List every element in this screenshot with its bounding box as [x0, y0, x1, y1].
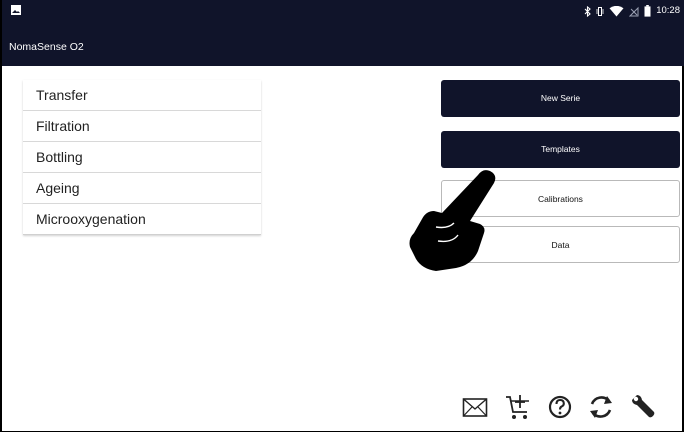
- list-item-transfer[interactable]: Transfer: [23, 80, 261, 111]
- status-time: 10:28: [656, 5, 680, 16]
- calibrations-button[interactable]: Calibrations: [441, 180, 680, 217]
- app-bar: 10:28 NomaSense O2: [2, 0, 684, 66]
- status-bar: 10:28: [2, 0, 684, 22]
- no-signal-icon: [629, 6, 639, 16]
- help-icon[interactable]: [547, 392, 573, 422]
- sync-icon[interactable]: [587, 392, 615, 422]
- new-serie-button[interactable]: New Serie: [441, 80, 680, 117]
- bottom-toolbar: [462, 392, 662, 426]
- image-icon: [11, 5, 21, 15]
- process-list: Transfer Filtration Bottling Ageing Micr…: [23, 80, 261, 235]
- app-window: 10:28 NomaSense O2 Transfer Filtration B…: [0, 0, 684, 432]
- bluetooth-icon: [584, 5, 592, 17]
- app-title: NomaSense O2: [9, 41, 84, 53]
- wifi-icon: [609, 5, 624, 16]
- templates-button[interactable]: Templates: [441, 131, 680, 168]
- list-item-ageing[interactable]: Ageing: [23, 173, 261, 204]
- list-item-bottling[interactable]: Bottling: [23, 142, 261, 173]
- list-item-filtration[interactable]: Filtration: [23, 111, 261, 142]
- vibrate-icon: [596, 6, 604, 16]
- cart-icon[interactable]: [505, 392, 531, 422]
- mail-icon[interactable]: [462, 392, 488, 422]
- battery-icon: [644, 5, 651, 17]
- list-item-microoxygenation[interactable]: Microoxygenation: [23, 204, 261, 235]
- data-button[interactable]: Data: [441, 226, 680, 263]
- wrench-icon[interactable]: [628, 392, 658, 422]
